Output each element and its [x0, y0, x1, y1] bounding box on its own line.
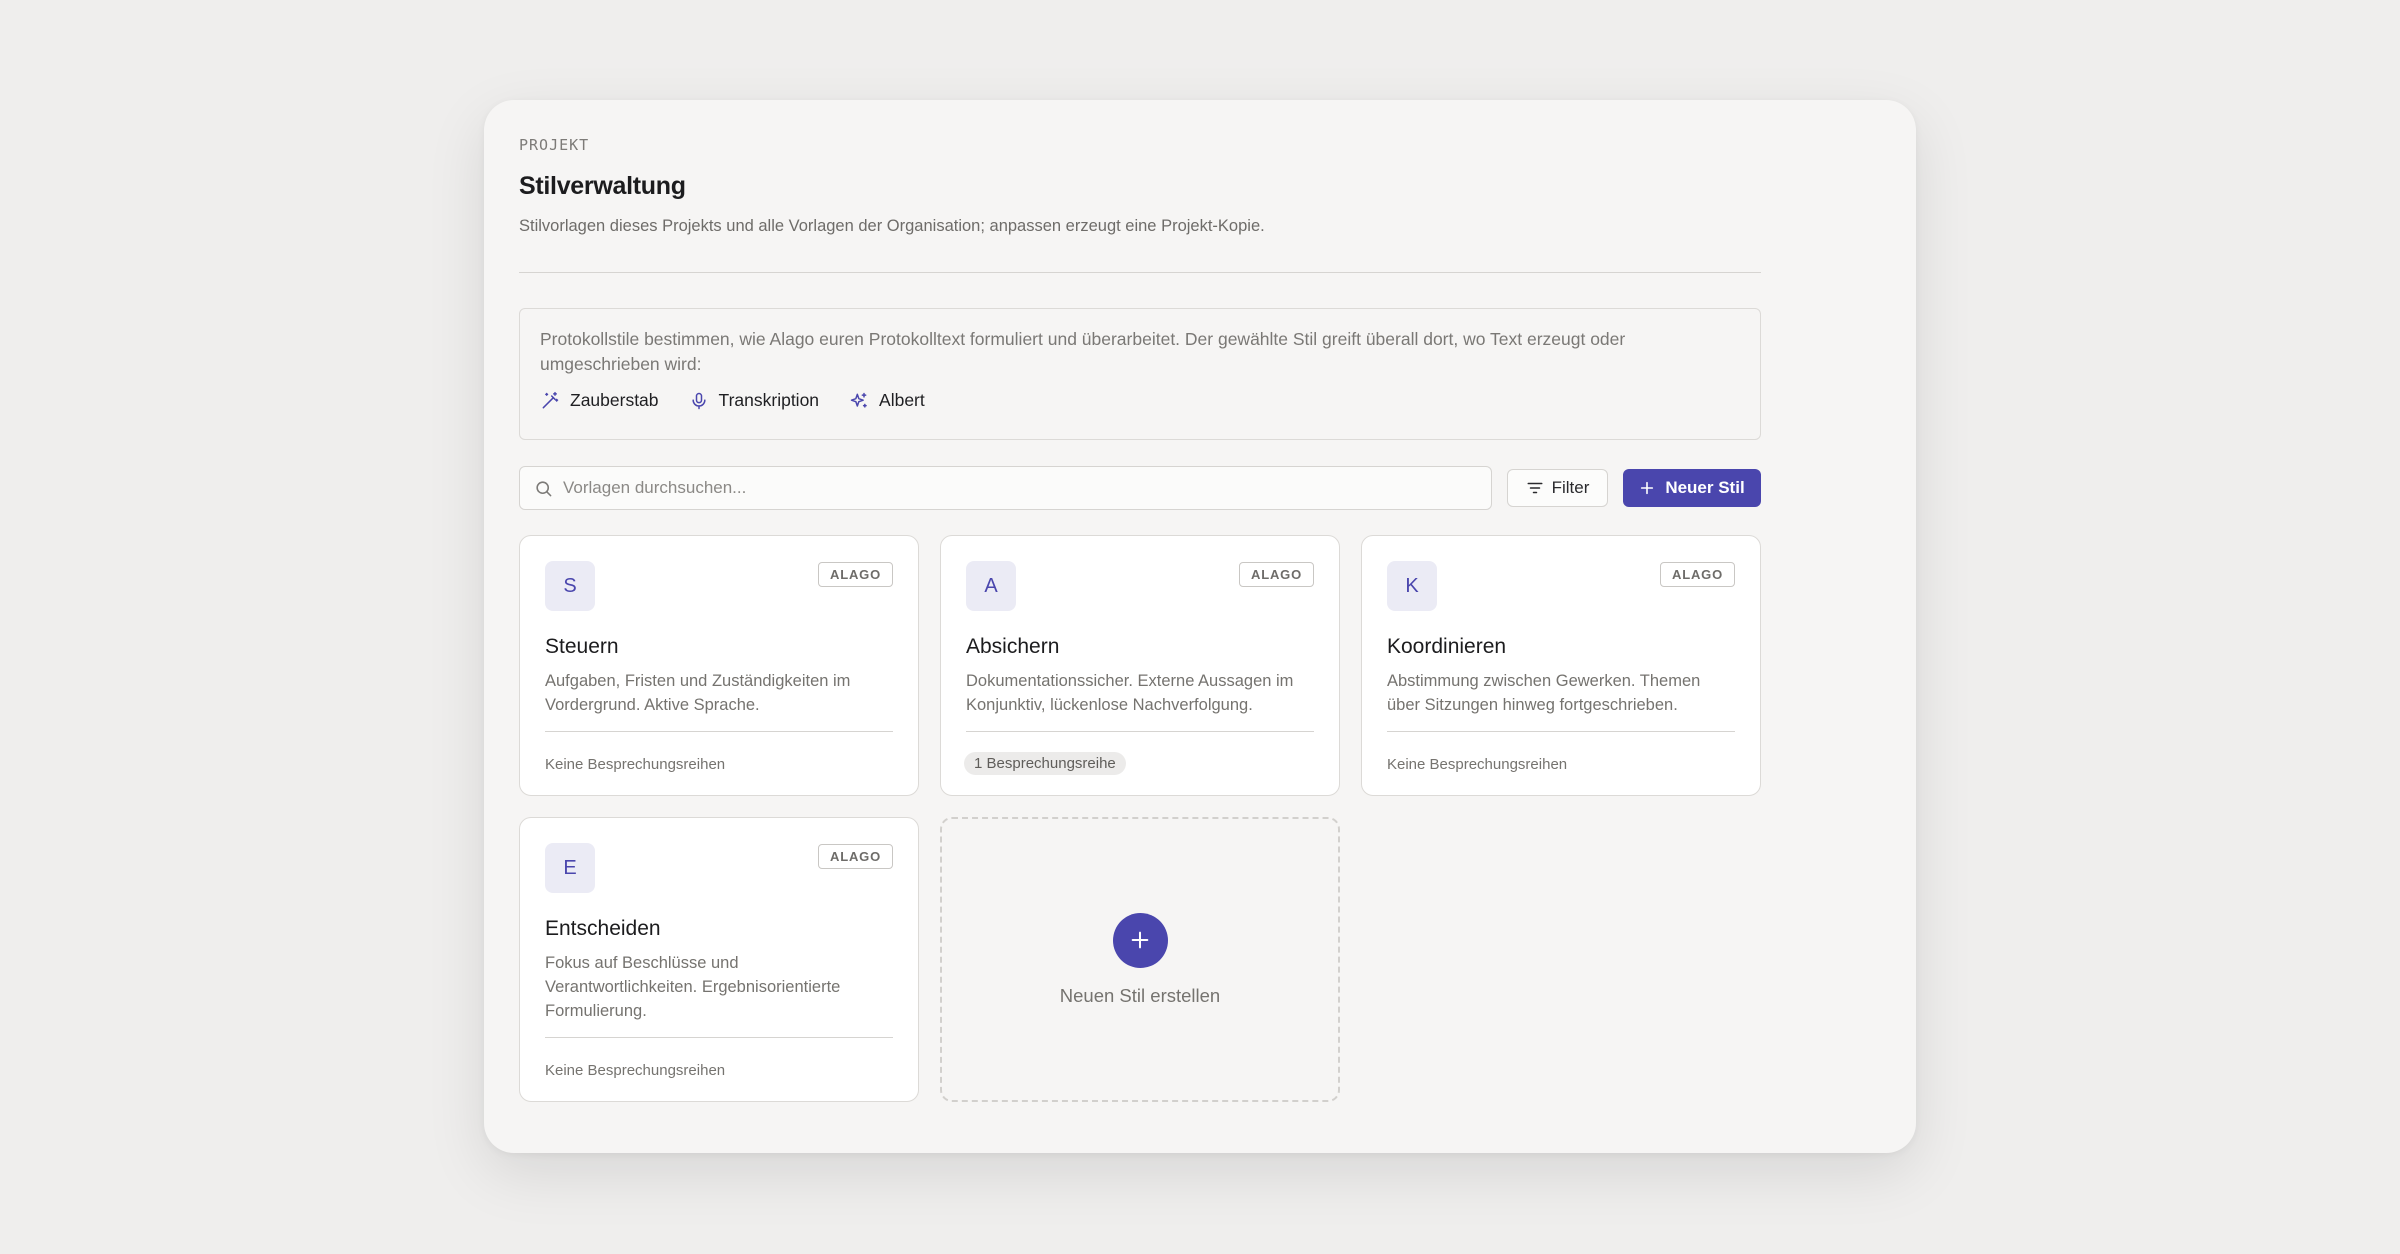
- feature-list: Zauberstab Transkription Albert: [540, 390, 1740, 411]
- filter-label: Filter: [1551, 478, 1590, 497]
- section-eyebrow: PROJEKT: [519, 136, 590, 154]
- feature-transkription: Transkription: [689, 390, 820, 411]
- create-style-card[interactable]: Neuen Stil erstellen: [940, 817, 1340, 1102]
- info-box: Protokollstile bestimmen, wie Alago eure…: [519, 308, 1761, 440]
- feature-zauberstab: Zauberstab: [540, 390, 659, 411]
- create-style-label: Neuen Stil erstellen: [1059, 984, 1221, 1006]
- style-avatar: A: [966, 561, 1016, 611]
- feature-label: Transkription: [718, 390, 820, 410]
- style-card-entscheiden[interactable]: E ALAGO Entscheiden Fokus auf Beschlüsse…: [519, 817, 919, 1102]
- card-divider: [545, 1037, 893, 1038]
- meeting-series-text: Keine Besprechungsreihen: [1387, 756, 1568, 773]
- card-divider: [545, 731, 893, 732]
- style-title: Entscheiden: [545, 917, 661, 940]
- card-divider: [966, 731, 1314, 732]
- new-style-label: Neuer Stil: [1665, 478, 1745, 497]
- search-box[interactable]: [519, 466, 1492, 510]
- style-title: Absichern: [966, 635, 1060, 658]
- style-title: Koordinieren: [1387, 635, 1507, 658]
- source-badge: ALAGO: [1239, 562, 1314, 587]
- search-input[interactable]: [563, 478, 1463, 498]
- search-icon: [536, 480, 552, 496]
- header-divider: [519, 272, 1761, 273]
- info-text: Protokollstile bestimmen, wie Alago eure…: [540, 329, 1626, 374]
- style-management-window: PROJEKT Stilverwaltung Stilvorlagen dies…: [484, 100, 1916, 1153]
- filter-button[interactable]: Filter: [1507, 469, 1608, 507]
- style-avatar: S: [545, 561, 595, 611]
- feature-label: Albert: [879, 390, 925, 410]
- style-card-absichern[interactable]: A ALAGO Absichern Dokumentationssicher. …: [940, 535, 1340, 796]
- meeting-series-text: Keine Besprechungsreihen: [545, 756, 726, 773]
- plus-icon: [1131, 931, 1149, 949]
- feature-label: Zauberstab: [570, 390, 659, 410]
- style-card-steuern[interactable]: S ALAGO Steuern Aufgaben, Fristen und Zu…: [519, 535, 919, 796]
- plus-icon: [1641, 481, 1654, 495]
- toolbar: Filter Neuer Stil: [519, 466, 1761, 510]
- source-badge: ALAGO: [818, 844, 893, 869]
- style-description: Abstimmung zwischen Gewerken. Themen übe…: [1387, 672, 1701, 714]
- style-title: Steuern: [545, 635, 619, 658]
- card-divider: [1387, 731, 1735, 732]
- meeting-series-text: Keine Besprechungsreihen: [545, 1062, 726, 1079]
- style-description: Dokumentationssicher. Externe Aussagen i…: [966, 672, 1294, 714]
- source-badge: ALAGO: [818, 562, 893, 587]
- style-description: Aufgaben, Fristen und Zuständigkeiten im…: [545, 672, 851, 714]
- main-content: PROJEKT Stilverwaltung Stilvorlagen dies…: [519, 136, 1761, 1102]
- meeting-series-chip: 1 Besprechungsreihe: [964, 752, 1126, 775]
- sparkles-icon: [850, 392, 867, 408]
- page-subtitle: Stilvorlagen dieses Projekts und alle Vo…: [519, 217, 1265, 235]
- new-style-button[interactable]: Neuer Stil: [1623, 469, 1761, 507]
- page-title: Stilverwaltung: [519, 172, 686, 200]
- style-avatar: K: [1387, 561, 1437, 611]
- add-circle-button[interactable]: [1112, 912, 1168, 968]
- style-grid: S ALAGO Steuern Aufgaben, Fristen und Zu…: [519, 535, 1761, 1102]
- filter-icon: [1527, 482, 1543, 494]
- magic-wand-icon: [542, 391, 559, 408]
- source-badge: ALAGO: [1660, 562, 1735, 587]
- style-description: Fokus auf Beschlüsse und Verantwortlichk…: [545, 954, 841, 1020]
- feature-albert: Albert: [849, 390, 925, 411]
- style-avatar: E: [545, 843, 595, 893]
- style-card-koordinieren[interactable]: K ALAGO Koordinieren Abstimmung zwischen…: [1361, 535, 1761, 796]
- microphone-icon: [691, 392, 706, 409]
